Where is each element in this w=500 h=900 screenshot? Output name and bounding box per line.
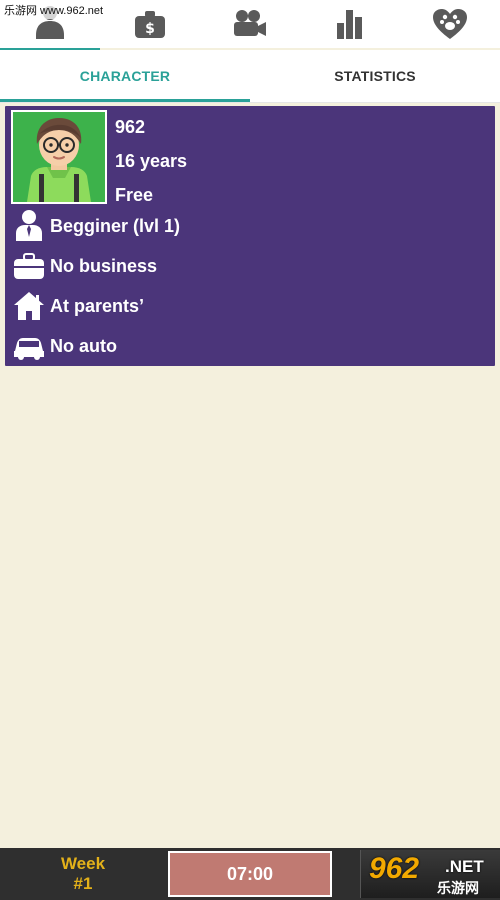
top-nav: $ 乐游网 www.962.net bbox=[0, 0, 500, 50]
career-row[interactable]: Begginer (lvl 1) bbox=[5, 206, 495, 246]
subtab-bar: CHARACTER STATISTICS bbox=[0, 50, 500, 103]
character-summary: 962 16 years Free bbox=[115, 110, 475, 212]
site-logo: 962 .NET 乐游网 bbox=[360, 850, 500, 898]
money-bag-icon: $ bbox=[132, 7, 168, 41]
video-camera-icon bbox=[230, 8, 270, 40]
house-icon bbox=[9, 286, 49, 326]
business-status: No business bbox=[50, 255, 158, 276]
avatar-illustration bbox=[13, 112, 105, 202]
time-button[interactable]: 07:00 bbox=[168, 851, 332, 897]
week-label: Week bbox=[60, 854, 106, 873]
bottom-bar: Week #1 07:00 962 .NET 乐游网 bbox=[0, 848, 500, 900]
housing-status: At parents’ bbox=[50, 295, 145, 316]
nav-tab-money[interactable]: $ bbox=[100, 0, 200, 48]
time-display: 07:00 bbox=[226, 863, 274, 884]
tab-statistics[interactable]: STATISTICS bbox=[250, 50, 500, 102]
week-indicator: Week #1 bbox=[0, 848, 166, 900]
business-row[interactable]: No business bbox=[5, 246, 495, 286]
career-level: Begginer (lvl 1) bbox=[50, 215, 181, 236]
car-icon bbox=[9, 326, 49, 366]
logo-962: 962 bbox=[369, 852, 420, 885]
character-card: 962 16 years Free Begginer (lvl 1) No bu… bbox=[5, 106, 495, 366]
auto-status: No auto bbox=[50, 335, 117, 356]
svg-text:$: $ bbox=[145, 21, 155, 37]
nav-tab-media[interactable] bbox=[200, 0, 300, 48]
logo-net: .NET bbox=[445, 857, 484, 876]
person-tie-icon bbox=[9, 206, 49, 246]
site-watermark: 乐游网 www.962.net bbox=[2, 4, 106, 19]
character-info-rows: Begginer (lvl 1) No business At parents’ bbox=[5, 206, 495, 366]
character-age: 16 years bbox=[115, 151, 188, 171]
auto-row[interactable]: No auto bbox=[5, 326, 495, 366]
heart-paw-icon bbox=[431, 7, 469, 41]
week-number: #1 bbox=[73, 874, 93, 893]
bar-chart-icon bbox=[333, 7, 367, 41]
nav-tab-pets[interactable] bbox=[400, 0, 500, 48]
logo-cn: 乐游网 bbox=[437, 880, 479, 896]
housing-row[interactable]: At parents’ bbox=[5, 286, 495, 326]
avatar[interactable] bbox=[11, 110, 107, 204]
character-name: 962 bbox=[115, 117, 146, 137]
briefcase-icon bbox=[9, 246, 49, 286]
nav-tab-stats[interactable] bbox=[300, 0, 400, 48]
tab-character[interactable]: CHARACTER bbox=[0, 50, 250, 102]
subtab-active-indicator bbox=[0, 99, 250, 102]
